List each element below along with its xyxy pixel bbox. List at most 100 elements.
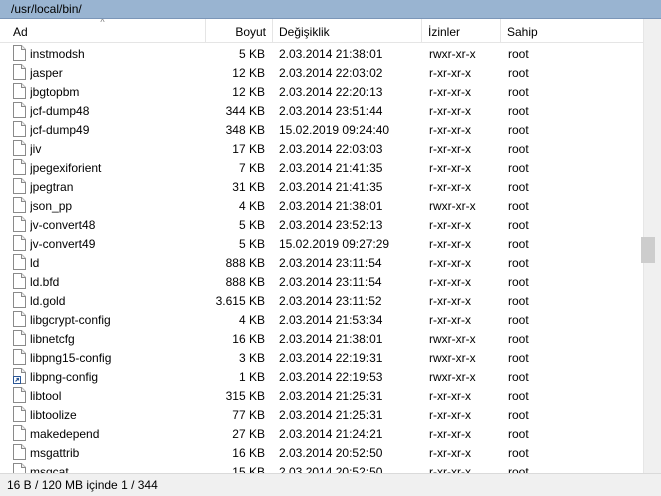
file-owner: root xyxy=(508,351,529,365)
file-permissions: rwxr-xr-x xyxy=(429,199,476,213)
file-icon xyxy=(13,425,26,441)
file-size: 7 KB xyxy=(238,161,265,175)
file-icon xyxy=(13,311,26,327)
file-row[interactable]: jpegtran 31 KB 2.03.2014 21:41:35 r-xr-xr-x… xyxy=(0,177,643,196)
file-list[interactable]: ^ Ad Boyut Değişiklik İzinler Sahip inst… xyxy=(0,19,643,473)
column-permissions-header[interactable]: İzinler xyxy=(422,19,501,43)
file-row[interactable]: msgattrib 16 KB 2.03.2014 20:52:50 r-xr-xr-… xyxy=(0,443,643,462)
file-row[interactable]: jpegexiforient 7 KB 2.03.2014 21:41:35 r-xr… xyxy=(0,158,643,177)
status-text: 16 B / 120 MB içinde 1 / 344 xyxy=(7,478,158,492)
file-row[interactable]: libgcrypt-config 4 KB 2.03.2014 21:53:34 r-… xyxy=(0,310,643,329)
file-modified: 2.03.2014 23:52:13 xyxy=(279,218,383,232)
file-row[interactable]: libpng15-config 3 KB 2.03.2014 22:19:31 rwx… xyxy=(0,348,643,367)
file-row[interactable]: ld.bfd 888 KB 2.03.2014 23:11:54 r-xr-xr-x r… xyxy=(0,272,643,291)
file-modified: 2.03.2014 21:38:01 xyxy=(279,199,383,213)
path-bar[interactable]: /usr/local/bin/ xyxy=(0,0,661,19)
file-row[interactable]: jcf-dump48 344 KB 2.03.2014 23:51:44 r-xr-x… xyxy=(0,101,643,120)
file-row[interactable]: libpng-config 1 KB 2.03.2014 22:19:53 rwxr-… xyxy=(0,367,643,386)
file-owner: root xyxy=(508,332,529,346)
file-name: libnetcfg xyxy=(30,332,75,346)
file-size: 4 KB xyxy=(238,313,265,327)
file-modified: 2.03.2014 21:25:31 xyxy=(279,408,383,422)
file-size: 888 KB xyxy=(225,275,265,289)
file-size: 77 KB xyxy=(232,408,265,422)
file-permissions: r-xr-xr-x xyxy=(429,85,471,99)
file-permissions: r-xr-xr-x xyxy=(429,389,471,403)
file-modified: 2.03.2014 23:11:52 xyxy=(279,294,382,308)
file-row[interactable]: jiv 17 KB 2.03.2014 22:03:03 r-xr-xr-x root xyxy=(0,139,643,158)
file-icon xyxy=(13,102,26,118)
file-permissions: r-xr-xr-x xyxy=(429,256,471,270)
column-owner-header[interactable]: Sahip xyxy=(501,19,643,43)
file-icon xyxy=(13,273,26,289)
file-icon xyxy=(13,83,26,99)
file-name: jpegtran xyxy=(30,180,74,194)
file-size: 315 KB xyxy=(225,389,265,403)
file-modified: 2.03.2014 23:51:44 xyxy=(279,104,383,118)
file-row[interactable]: ld 888 KB 2.03.2014 23:11:54 r-xr-xr-x root xyxy=(0,253,643,272)
file-permissions: rwxr-xr-x xyxy=(429,332,476,346)
file-rows: instmodsh 5 KB 2.03.2014 21:38:01 rwxr-xr-x… xyxy=(0,44,643,473)
file-row[interactable]: libtoolize 77 KB 2.03.2014 21:25:31 r-xr-xr… xyxy=(0,405,643,424)
file-row[interactable]: jbgtopbm 12 KB 2.03.2014 22:20:13 r-xr-xr-x… xyxy=(0,82,643,101)
file-owner: root xyxy=(508,85,529,99)
file-size: 31 KB xyxy=(232,180,265,194)
file-modified: 2.03.2014 21:25:31 xyxy=(279,389,383,403)
file-modified: 2.03.2014 22:19:31 xyxy=(279,351,383,365)
file-permissions: r-xr-xr-x xyxy=(429,275,471,289)
file-modified: 2.03.2014 21:41:35 xyxy=(279,161,383,175)
sort-ascending-icon: ^ xyxy=(100,19,105,27)
file-owner: root xyxy=(508,180,529,194)
file-permissions: r-xr-xr-x xyxy=(429,161,471,175)
file-row[interactable]: ld.gold 3.615 KB 2.03.2014 23:11:52 r-xr-xr… xyxy=(0,291,643,310)
file-permissions: rwxr-xr-x xyxy=(429,351,476,365)
column-size-header[interactable]: Boyut xyxy=(206,19,273,43)
file-owner: root xyxy=(508,104,529,118)
file-name: ld xyxy=(30,256,40,270)
file-size: 15 KB xyxy=(232,465,265,473)
file-owner: root xyxy=(508,218,529,232)
file-modified: 15.02.2019 09:27:29 xyxy=(279,237,390,251)
file-size: 348 KB xyxy=(225,123,265,137)
file-owner: root xyxy=(508,275,529,289)
file-row[interactable]: jv-convert49 5 KB 15.02.2019 09:27:29 r-xr-… xyxy=(0,234,643,253)
file-icon xyxy=(13,444,26,460)
file-size: 4 KB xyxy=(238,199,265,213)
file-row[interactable]: jcf-dump49 348 KB 15.02.2019 09:24:40 r-xr-… xyxy=(0,120,643,139)
file-size: 1 KB xyxy=(238,370,265,384)
file-icon xyxy=(13,235,26,251)
file-row[interactable]: libnetcfg 16 KB 2.03.2014 21:38:01 rwxr-xr-… xyxy=(0,329,643,348)
file-row[interactable]: makedepend 27 KB 2.03.2014 21:24:21 r-xr-xr… xyxy=(0,424,643,443)
file-icon xyxy=(13,292,26,308)
file-owner: root xyxy=(508,427,529,441)
file-owner: root xyxy=(508,408,529,422)
file-owner: root xyxy=(508,123,529,137)
file-size: 888 KB xyxy=(225,256,265,270)
file-row[interactable]: jv-convert48 5 KB 2.03.2014 23:52:13 r-xr-x… xyxy=(0,215,643,234)
file-owner: root xyxy=(508,161,529,175)
file-row[interactable]: json_pp 4 KB 2.03.2014 21:38:01 rwxr-xr-x ro… xyxy=(0,196,643,215)
file-name: makedepend xyxy=(30,427,100,441)
file-permissions: r-xr-xr-x xyxy=(429,180,471,194)
file-name: jiv xyxy=(30,142,42,156)
file-size: 12 KB xyxy=(232,66,265,80)
scrollbar-thumb[interactable] xyxy=(641,237,655,263)
file-row[interactable]: instmodsh 5 KB 2.03.2014 21:38:01 rwxr-xr-x… xyxy=(0,44,643,63)
file-modified: 2.03.2014 22:20:13 xyxy=(279,85,383,99)
shortcut-icon xyxy=(13,368,26,384)
file-size: 5 KB xyxy=(238,47,265,61)
file-name: msgattrib xyxy=(30,446,80,460)
file-modified: 2.03.2014 22:19:53 xyxy=(279,370,383,384)
file-icon xyxy=(13,330,26,346)
file-row[interactable]: libtool 315 KB 2.03.2014 21:25:31 r-xr-xr-x… xyxy=(0,386,643,405)
file-row[interactable]: jasper 12 KB 2.03.2014 22:03:02 r-xr-xr-x ro… xyxy=(0,63,643,82)
file-owner: root xyxy=(508,256,529,270)
file-row[interactable]: msgcat 15 KB 2.03.2014 20:52:50 r-xr-xr-x ro… xyxy=(0,462,643,473)
file-owner: root xyxy=(508,294,529,308)
column-modified-header[interactable]: Değişiklik xyxy=(273,19,422,43)
status-bar: 16 B / 120 MB içinde 1 / 344 xyxy=(0,473,661,496)
file-size: 16 KB xyxy=(232,446,265,460)
file-permissions: r-xr-xr-x xyxy=(429,237,471,251)
column-name-header[interactable]: ^ Ad xyxy=(0,19,206,43)
file-icon xyxy=(13,463,26,473)
